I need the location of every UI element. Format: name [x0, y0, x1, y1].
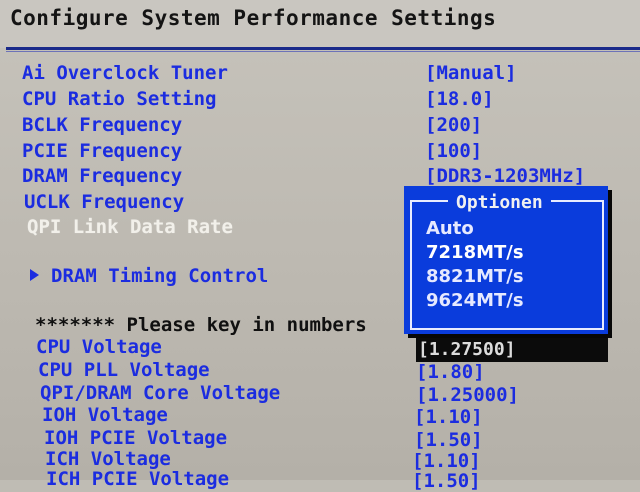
- popup-title: Optionen: [448, 192, 551, 213]
- hint-text: ******* Please key in numbers: [35, 314, 367, 336]
- value-cpu-ratio[interactable]: [18.0]: [425, 88, 494, 110]
- setting-qpi-dram-core-voltage[interactable]: QPI/DRAM Core Voltage: [40, 382, 280, 404]
- popup-option-7218[interactable]: 7218MT/s: [426, 242, 524, 263]
- setting-dram-frequency[interactable]: DRAM Frequency: [22, 165, 182, 187]
- setting-cpu-pll-voltage[interactable]: CPU PLL Voltage: [38, 359, 210, 381]
- bios-screen: Configure System Performance Settings Ai…: [0, 0, 640, 492]
- popup-option-8821[interactable]: 8821MT/s: [426, 266, 524, 287]
- value-cpu-voltage: [1.27500]: [418, 339, 516, 360]
- header-bar: Configure System Performance Settings: [0, 0, 640, 48]
- triangle-right-icon: [30, 268, 39, 281]
- setting-ioh-voltage[interactable]: IOH Voltage: [42, 404, 168, 426]
- setting-ich-voltage[interactable]: ICH Voltage: [45, 448, 171, 470]
- page-title: Configure System Performance Settings: [10, 6, 497, 30]
- selected-value-bar[interactable]: [1.27500]: [416, 338, 608, 362]
- value-bclk-frequency[interactable]: [200]: [425, 114, 482, 136]
- setting-ioh-pcie-voltage[interactable]: IOH PCIE Voltage: [44, 427, 227, 449]
- setting-ai-overclock-tuner[interactable]: Ai Overclock Tuner: [22, 62, 228, 84]
- options-popup: Optionen Auto 7218MT/s 8821MT/s 9624MT/s: [404, 186, 608, 334]
- header-divider-secondary: [6, 51, 640, 52]
- setting-pcie-frequency[interactable]: PCIE Frequency: [22, 140, 182, 162]
- submenu-dram-timing-control[interactable]: DRAM Timing Control: [30, 265, 268, 287]
- value-ich-pcie-voltage[interactable]: [1.50]: [412, 470, 481, 492]
- value-ioh-pcie-voltage[interactable]: [1.50]: [414, 429, 483, 451]
- popup-option-auto[interactable]: Auto: [426, 218, 474, 239]
- value-qpi-dram-core-voltage[interactable]: [1.25000]: [416, 384, 519, 406]
- setting-bclk-frequency[interactable]: BCLK Frequency: [22, 114, 182, 136]
- value-ioh-voltage[interactable]: [1.10]: [414, 406, 483, 428]
- setting-cpu-ratio[interactable]: CPU Ratio Setting: [22, 88, 216, 110]
- setting-uclk-frequency[interactable]: UCLK Frequency: [24, 191, 184, 213]
- value-pcie-frequency[interactable]: [100]: [425, 140, 482, 162]
- value-dram-frequency[interactable]: [DDR3-1203MHz]: [425, 165, 585, 187]
- value-ai-overclock-tuner[interactable]: [Manual]: [425, 62, 517, 84]
- header-divider: [6, 47, 640, 50]
- submenu-label: DRAM Timing Control: [51, 265, 269, 287]
- setting-cpu-voltage[interactable]: CPU Voltage: [36, 336, 162, 358]
- setting-ich-pcie-voltage[interactable]: ICH PCIE Voltage: [46, 468, 229, 490]
- value-ich-voltage[interactable]: [1.10]: [412, 450, 481, 472]
- setting-qpi-link-data-rate[interactable]: QPI Link Data Rate: [27, 216, 233, 238]
- value-cpu-pll-voltage[interactable]: [1.80]: [416, 361, 485, 383]
- popup-option-9624[interactable]: 9624MT/s: [426, 290, 524, 311]
